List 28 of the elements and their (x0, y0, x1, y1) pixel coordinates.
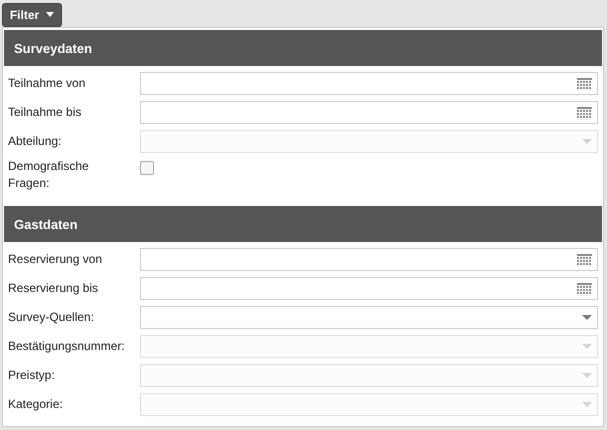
dropdown-field[interactable] (140, 335, 598, 358)
section-title: Gastdaten (14, 216, 78, 232)
dropdown-field[interactable] (140, 130, 598, 153)
date-field[interactable] (140, 248, 598, 271)
dropdown-field[interactable] (140, 364, 598, 387)
field-label: Teilnahme bis (8, 104, 82, 121)
field-label: Abteilung: (8, 133, 62, 150)
dropdown-field[interactable] (140, 306, 598, 329)
caret-icon (46, 12, 54, 17)
date-field[interactable] (140, 72, 598, 95)
field-label: Preistyp: (8, 367, 56, 384)
field-label: Reservierung von (8, 251, 104, 268)
calendar-icon (577, 282, 592, 294)
date-field[interactable] (140, 101, 598, 124)
calendar-icon (577, 78, 592, 90)
dropdown-field[interactable] (140, 393, 598, 416)
field-label: Bestätigungsnummer: (8, 338, 126, 355)
calendar-icon (577, 106, 592, 118)
field-label: Teilnahme von (8, 75, 86, 92)
field-label: Survey-Quellen: (8, 309, 96, 326)
checkbox[interactable] (140, 161, 154, 175)
field-label: Kategorie: (8, 396, 64, 413)
field-label: Demografische Fragen: (8, 158, 90, 192)
section-title: Surveydaten (14, 40, 92, 56)
field-label: Reservierung bis (8, 280, 100, 297)
date-field[interactable] (140, 277, 598, 300)
calendar-icon (577, 254, 592, 266)
filter-button[interactable]: Filter (2, 3, 62, 27)
